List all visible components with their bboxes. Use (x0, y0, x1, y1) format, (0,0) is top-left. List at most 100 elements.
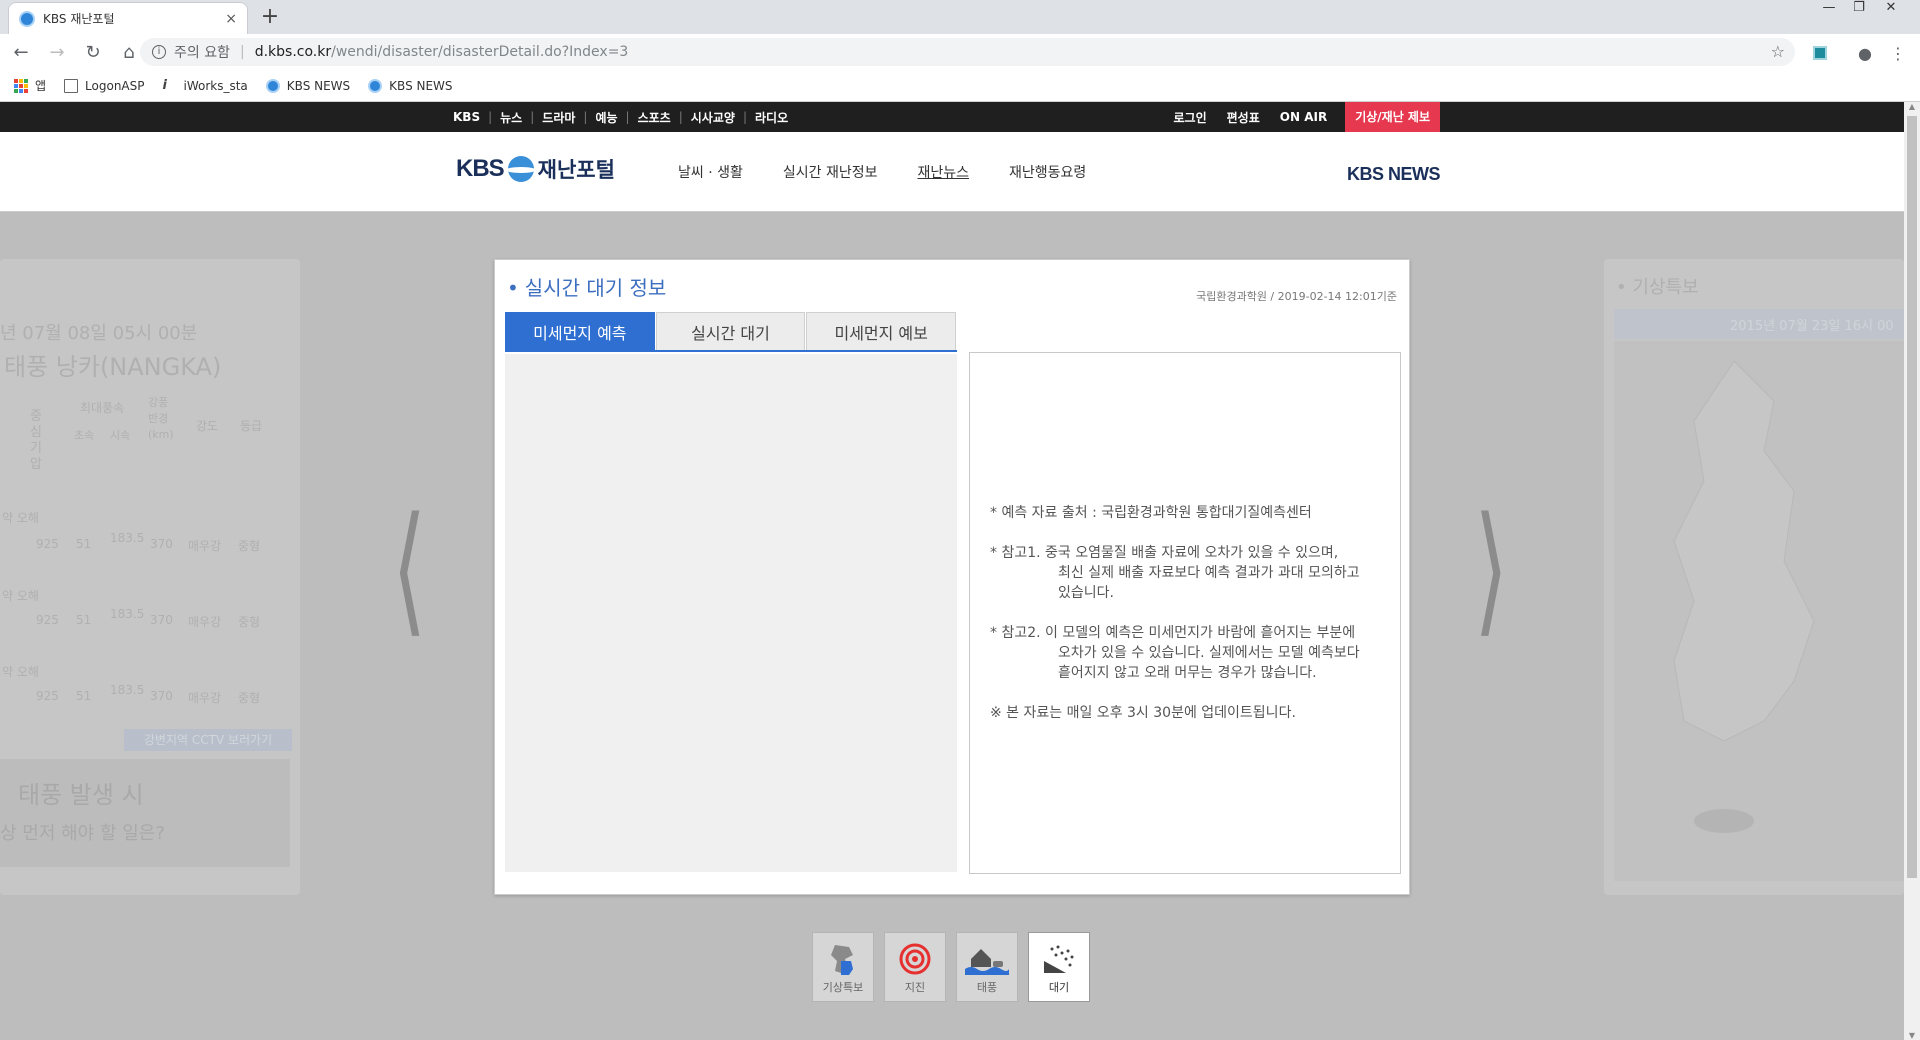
note-line: ※ 본 자료는 매일 오후 3시 30분에 업데이트됩니다. (990, 705, 1296, 721)
forward-icon[interactable]: → (42, 37, 72, 67)
restore-icon[interactable]: ❐ (1844, 0, 1874, 20)
bookmark-label: iWorks_sta (183, 78, 248, 93)
row-kmh: 183.5 (110, 607, 145, 621)
row-pressure: 925 (36, 613, 59, 627)
korea-map-outline (1673, 360, 1815, 833)
global-nav-bar: KBS | 뉴스 | 드라마 | 예능 | 스포츠 | 시사교양 | 라디오 로그인 편성표… (0, 102, 1904, 132)
login-link[interactable]: 로그인 (1174, 109, 1207, 126)
gnb-link-culture[interactable]: 시사교양 (691, 109, 735, 126)
scroll-up-icon[interactable]: ▲ (1904, 102, 1920, 111)
gnb-link-entertainment[interactable]: 예능 (595, 109, 617, 126)
row-radius: 370 (150, 613, 173, 627)
category-earthquake[interactable]: 지진 (884, 932, 946, 1002)
gnb-link-sports[interactable]: 스포츠 (638, 109, 671, 126)
bookmark-kbs-news[interactable]: KBS NEWS (265, 78, 351, 93)
url-path: /wendi/disaster/disasterDetail.do?Index=… (331, 44, 629, 60)
browser-tab[interactable]: KBS 재난포털 × (8, 2, 248, 34)
note-item: * 참고1. 중국 오염물질 배출 자료에 오차가 있을 수 있으며, 최신 실… (990, 543, 1394, 603)
nav-disaster-news[interactable]: 재난뉴스 (918, 162, 970, 182)
minimize-icon[interactable]: — (1814, 0, 1844, 20)
next-slide-panel: • 기상특보 2015년 07월 23일 16시 00 (1604, 259, 1904, 895)
nav-weather-life[interactable]: 날씨 · 생활 (678, 162, 743, 182)
gnb-right-links: 로그인 편성표 ON AIR 기상/재난 제보 (1154, 102, 1440, 132)
weather-map-image (1614, 341, 1904, 881)
nav-realtime-disaster[interactable]: 실시간 재난정보 (783, 162, 878, 182)
note-line: * 참고1. 중국 오염물질 배출 자료에 오차가 있을 수 있으며, (990, 545, 1339, 561)
prev-slide-arrow-icon[interactable]: ⟨ (392, 486, 426, 651)
tab-title: KBS 재난포털 (43, 12, 115, 26)
note-item: ※ 본 자료는 매일 오후 3시 30분에 업데이트됩니다. (990, 703, 1394, 723)
gnb-left-links: KBS | 뉴스 | 드라마 | 예능 | 스포츠 | 시사교양 | 라디오 (453, 109, 789, 126)
prediction-map-area (505, 354, 957, 872)
cctv-button: 강변지역 CCTV 보러가기 (124, 729, 292, 751)
gnb-link-radio[interactable]: 라디오 (755, 109, 788, 126)
data-source: 국립환경과학원 / 2019-02-14 12:01기준 (1196, 290, 1397, 303)
reload-icon[interactable]: ↻ (78, 37, 108, 67)
next-slide-arrow-icon[interactable]: ⟩ (1474, 486, 1508, 651)
main-nav: 날씨 · 생활 실시간 재난정보 재난뉴스 재난행동요령 (678, 162, 1126, 182)
air-quality-card: • 실시간 대기 정보 국립환경과학원 / 2019-02-14 12:01기준 … (494, 259, 1410, 895)
divider: | (239, 44, 245, 60)
col-pressure: 중심 기압 (30, 409, 42, 472)
page-scrollbar[interactable]: ▲ ▼ (1904, 102, 1920, 1040)
category-typhoon[interactable]: 태풍 (956, 932, 1018, 1002)
close-window-icon[interactable]: ✕ (1876, 0, 1906, 20)
kbs-news-logo[interactable]: KBS NEWS (1347, 164, 1441, 185)
on-air-link[interactable]: ON AIR (1280, 110, 1327, 124)
scroll-down-icon[interactable]: ▼ (1904, 1031, 1920, 1040)
col-radius: 강풍 반경 (km) (148, 396, 174, 441)
bookmark-iworks[interactable]: i iWorks_sta (163, 78, 248, 93)
category-bar: 기상특보 지진 태풍 대기 (812, 932, 1100, 1002)
tab-dust-prediction[interactable]: 미세먼지 예측 (505, 312, 655, 350)
bookmark-logonasp[interactable]: LogonASP (64, 78, 145, 93)
note-line: 최신 실제 배출 자료보다 예측 결과가 과대 모의하고 (1058, 565, 1360, 581)
tab-dust-forecast[interactable]: 미세먼지 예보 (806, 312, 957, 350)
logo-kbs: KBS (456, 155, 505, 182)
category-label: 태풍 (976, 981, 998, 994)
note-line: * 참고2. 이 모델의 예측은 미세먼지가 바람에 흩어지는 부분에 (990, 625, 1356, 641)
category-air[interactable]: 대기 (1028, 932, 1090, 1002)
dust-icon (1044, 945, 1074, 973)
new-tab-button[interactable]: + (258, 4, 282, 29)
bookmark-apps[interactable]: 앱 (14, 77, 46, 94)
row-position: 약 오해 (2, 589, 39, 603)
bookmark-kbs-news-2[interactable]: KBS NEWS (368, 78, 453, 93)
row-pressure: 925 (36, 537, 59, 551)
back-icon[interactable]: ← (6, 37, 36, 67)
row-ms: 51 (76, 689, 92, 703)
site-logo[interactable]: KBS 재난포털 (456, 154, 615, 184)
kbs-logo-icon (507, 156, 534, 182)
report-button[interactable]: 기상/재난 제보 (1345, 102, 1440, 132)
site-header: KBS 재난포털 날씨 · 생활 실시간 재난정보 재난뉴스 재난행동요령 KB… (0, 132, 1904, 212)
notes-box: * 예측 자료 출처 : 국립환경과학원 통합대기질예측센터 * 참고1. 중국… (969, 352, 1401, 874)
profile-icon[interactable]: ● (1855, 43, 1875, 63)
extension-icon[interactable] (1810, 43, 1830, 63)
menu-kebab-icon[interactable]: ⋮ (1888, 43, 1908, 63)
note-line: 있습니다. (1058, 585, 1114, 601)
category-weather-warning[interactable]: 기상특보 (812, 932, 874, 1002)
apps-icon (14, 78, 28, 93)
gnb-link-news[interactable]: 뉴스 (500, 109, 522, 126)
info-icon[interactable]: i (152, 45, 166, 59)
logo-name: 재난포털 (537, 158, 615, 182)
tab-close-icon[interactable]: × (225, 11, 237, 27)
bookmark-label: KBS NEWS (389, 78, 453, 93)
bookmark-star-icon[interactable]: ☆ (1771, 42, 1785, 61)
browser-toolbar: ← → ↻ ⌂ i 주의 요함 | d.kbs.co.kr /wendi/dis… (0, 34, 1920, 70)
col-max-wind: 최대풍속 (80, 401, 125, 415)
bookmark-label: LogonASP (85, 78, 145, 93)
next-panel-title: • 기상특보 (1616, 277, 1699, 298)
row-radius: 370 (150, 689, 173, 703)
tab-realtime-air[interactable]: 실시간 대기 (655, 312, 806, 350)
schedule-link[interactable]: 편성표 (1227, 109, 1260, 126)
gnb-link-kbs[interactable]: KBS (453, 110, 480, 124)
nav-disaster-guide[interactable]: 재난행동요령 (1009, 162, 1086, 182)
bookmarks-bar: 앱 LogonASP i iWorks_sta KBS NEWS KBS NEW… (0, 70, 1920, 102)
bookmark-label: KBS NEWS (286, 78, 351, 93)
typhoon-name: 태풍 낭카(NANGKA) (4, 353, 222, 381)
previous-slide-panel: 년 07월 08일 05시 00분 태풍 낭카(NANGKA) 중심 기압 최대… (0, 259, 300, 895)
scroll-thumb[interactable] (1907, 116, 1917, 878)
row-grade: 중형 (238, 691, 261, 705)
address-bar[interactable]: i 주의 요함 | d.kbs.co.kr /wendi/disaster/di… (140, 38, 1795, 66)
gnb-link-drama[interactable]: 드라마 (542, 109, 575, 126)
